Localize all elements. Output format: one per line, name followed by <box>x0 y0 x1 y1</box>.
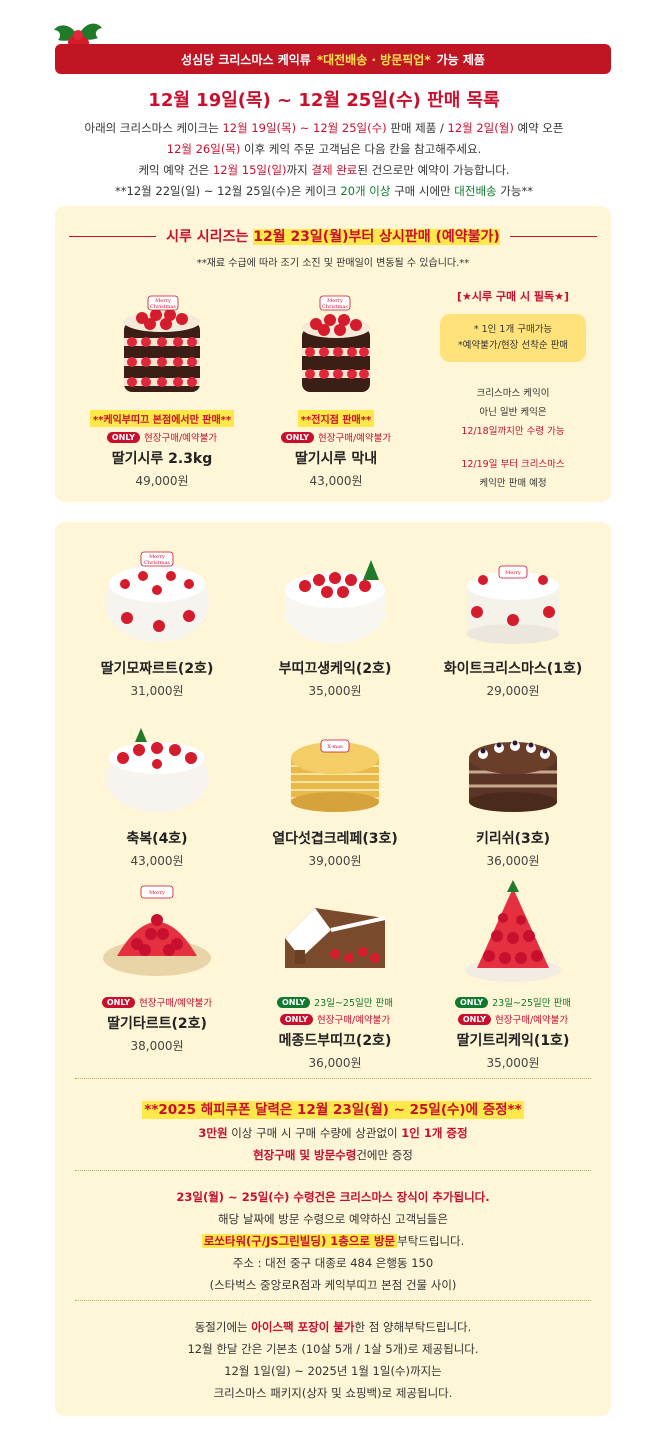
siru-section: 시루 시리즈는 12월 23일(월)부터 상시판매 (예약불가) **재료 수급… <box>55 206 611 502</box>
product-card[interactable]: ONLY 23일~25일만 판매 ONLY 현장구매/예약불가 메종드부띠끄(2호)… <box>245 878 425 1071</box>
only-badge: ONLY <box>455 996 489 1008</box>
siru-note: **재료 수급에 따라 조기 소진 및 판매일이 변동될 수 있습니다.** <box>196 258 470 269</box>
product-price: 29,000원 <box>486 684 540 698</box>
product-price: 31,000원 <box>130 684 184 698</box>
svg-text:X-mas: X-mas <box>327 744 343 750</box>
product-card[interactable]: 키리쉬(3호) 36,000원 <box>423 714 603 869</box>
boutique-cream-cake-image <box>285 560 385 644</box>
svg-text:Merry: Merry <box>505 570 521 576</box>
product-card[interactable]: Merry Christmas **전지점 판매** ONLY 현장구매/예약불가… <box>251 282 421 489</box>
product-price: 49,000원 <box>135 474 189 488</box>
banner-suffix: 가능 제품 <box>436 52 485 67</box>
product-name: 화이트크리스마스(1호) <box>443 661 583 677</box>
product-name: 딸기트리케익(1호) <box>456 1033 570 1049</box>
product-card[interactable]: 부띠끄생케익(2호) 35,000원 <box>245 540 425 699</box>
header-banner: 성심당 크리스마스 케익류 *대전배송 · 방문픽업* 가능 제품 <box>55 44 611 74</box>
product-name: 부띠끄생케익(2호) <box>278 661 392 677</box>
banner-highlight: *대전배송 · 방문픽업* <box>316 52 431 67</box>
maison-boutique-cake-image <box>285 908 386 968</box>
product-card[interactable]: Merry ONLY 현장구매/예약불가 딸기타르트(2호) 38,000원 <box>67 878 247 1054</box>
product-name: 축복(4호) <box>126 831 188 847</box>
product-card[interactable]: Merry Christmas **케익부띠끄 본점에서만 판매** ONLY 현… <box>67 282 257 489</box>
cake-list-section: Merry Christmas 딸기모짜르트(2호) 31,000원 부띠끄생케… <box>55 522 611 1416</box>
coupon-notice: **2025 해피쿠폰 달력은 12월 23일(월) ~ 25일(수)에 증정*… <box>142 1101 524 1162</box>
product-price: 43,000원 <box>130 854 184 868</box>
product-name: 키리쉬(3호) <box>475 831 551 847</box>
winter-notice: 동절기에는 아이스팩 포장이 불가한 점 양해부탁드립니다. 12월 한달 간은… <box>187 1320 479 1400</box>
strawberry-tree-cake-image <box>465 880 561 982</box>
kirsch-cake-image <box>469 740 557 812</box>
svg-text:Merry: Merry <box>149 890 165 896</box>
product-card[interactable]: X-mas 열다섯겹크레페(3호) 39,000원 <box>245 714 425 869</box>
crepe-cake-image: X-mas <box>291 739 379 812</box>
divider <box>75 1170 591 1171</box>
product-name: 딸기시루 2.3kg <box>111 451 213 467</box>
svg-text:Christmas: Christmas <box>144 560 170 566</box>
svg-text:Christmas: Christmas <box>322 304 348 310</box>
white-christmas-cake-image: Merry <box>467 565 559 644</box>
product-name: 딸기모짜르트(2호) <box>100 661 214 677</box>
intro-text: 아래의 크리스마스 케이크는 12월 19일(목) ~ 12월 25일(수) 판… <box>84 121 564 198</box>
only-badge: ONLY <box>457 1013 491 1025</box>
product-price: 36,000원 <box>308 1056 362 1070</box>
product-card[interactable]: 축복(4호) 43,000원 <box>67 714 247 869</box>
strawberry-tart-image: Merry <box>103 885 211 976</box>
strawberry-siru-small-cake-image: Merry Christmas <box>302 295 370 392</box>
strawberry-siru-cake-image: Merry Christmas <box>124 295 200 392</box>
svg-text:Christmas: Christmas <box>150 304 176 310</box>
page-title: 12월 19일(목) ~ 12월 25일(수) 판매 목록 <box>148 90 500 111</box>
product-name: 딸기타르트(2호) <box>107 1016 207 1032</box>
product-price: 39,000원 <box>308 854 362 868</box>
product-price: 35,000원 <box>308 684 362 698</box>
product-name: 딸기시루 막내 <box>294 451 378 467</box>
product-price: 43,000원 <box>309 474 363 488</box>
product-name: 열다섯겹크레페(3호) <box>272 831 398 847</box>
only-badge: ONLY <box>280 431 314 443</box>
product-card[interactable]: Merry Christmas 딸기모짜르트(2호) 31,000원 <box>67 540 247 699</box>
banner-title: 성심당 크리스마스 케익류 <box>181 52 311 67</box>
only-badge: ONLY <box>279 1013 313 1025</box>
product-name: 메종드부띠끄(2호) <box>278 1033 392 1049</box>
only-badge: ONLY <box>277 996 311 1008</box>
product-card[interactable]: ONLY 23일~25일만 판매 ONLY 현장구매/예약불가 딸기트리케익(1호)… <box>423 878 603 1071</box>
product-card[interactable]: Merry 화이트크리스마스(1호) 29,000원 <box>423 540 603 699</box>
blessing-cake-image <box>105 728 209 812</box>
divider <box>75 1300 591 1301</box>
siru-notice-box: [★시루 구매 시 필독★] * 1인 1개 구매가능 *예약불가/현장 선착순… <box>440 288 586 493</box>
pickup-notice: 23일(월) ~ 25일(수) 수령건은 크리스마스 장식이 추가됩니다. 해당… <box>176 1190 490 1292</box>
only-badge: ONLY <box>101 996 135 1008</box>
divider <box>75 1078 591 1079</box>
product-price: 38,000원 <box>130 1039 184 1053</box>
only-badge: ONLY <box>106 431 140 443</box>
strawberry-mozart-cake-image: Merry Christmas <box>105 551 209 642</box>
siru-title: 시루 시리즈는 12월 23일(월)부터 상시판매 (예약불가) <box>166 229 500 245</box>
product-price: 36,000원 <box>486 854 540 868</box>
product-price: 35,000원 <box>486 1056 540 1070</box>
